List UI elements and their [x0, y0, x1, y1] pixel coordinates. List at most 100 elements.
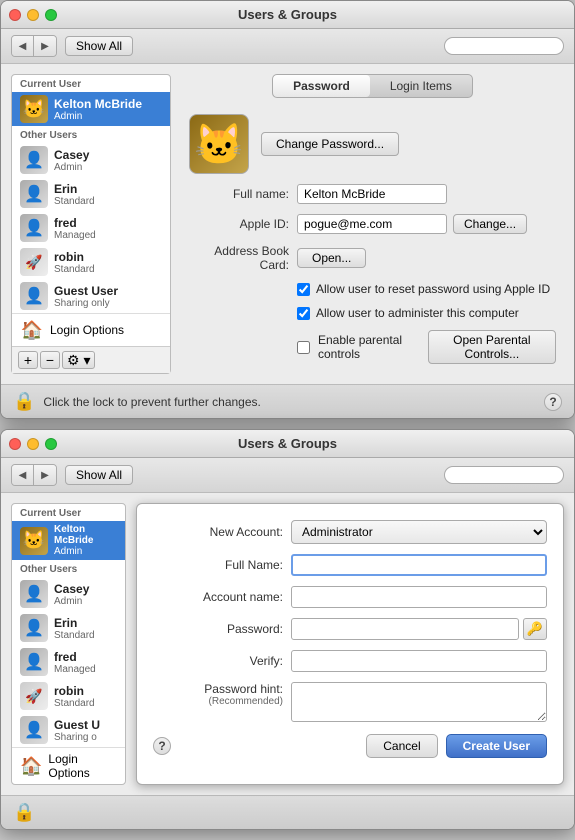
current-user-label2: Current User	[12, 504, 125, 521]
avatar-guest2: 👤	[20, 716, 48, 744]
parental-controls-checkbox[interactable]	[297, 341, 310, 354]
current-user-role: Admin	[54, 111, 142, 122]
login-options-item2[interactable]: 🏠 Login Options	[12, 747, 125, 784]
avatar-robin2: 🚀	[20, 682, 48, 710]
admin-checkbox[interactable]	[297, 307, 310, 320]
toolbar2: ◀ ▶ Show All	[1, 458, 574, 493]
window2: Users & Groups ◀ ▶ Show All Current User…	[0, 429, 575, 830]
sidebar2-casey[interactable]: 👤 Casey Admin	[12, 577, 125, 611]
other-users-label2: Other Users	[12, 560, 125, 577]
add-user-button[interactable]: +	[18, 351, 38, 369]
close-button[interactable]	[9, 9, 21, 21]
new-account-select[interactable]: Administrator	[291, 520, 547, 544]
search-input[interactable]	[444, 37, 564, 55]
reset-password-checkbox[interactable]	[297, 283, 310, 296]
verify-input[interactable]	[291, 650, 547, 672]
content-area1: Current User 🐱 Kelton McBride Admin Othe…	[1, 64, 574, 384]
sidebar-item-guest[interactable]: 👤 Guest User Sharing only	[12, 279, 170, 313]
sidebar2-fred[interactable]: 👤 fred Managed	[12, 645, 125, 679]
erin-name: Erin	[54, 182, 95, 196]
help-button[interactable]: ?	[544, 393, 562, 411]
back-button[interactable]: ◀	[12, 36, 34, 56]
login-options-label: Login Options	[50, 323, 124, 337]
bottom-bar1: 🔒 Click the lock to prevent further chan…	[1, 384, 574, 418]
robin-name2: robin	[54, 684, 95, 698]
avatar-erin: 👤	[20, 180, 48, 208]
sidebar2-guest[interactable]: 👤 Guest U Sharing o	[12, 713, 125, 747]
login-options-item[interactable]: 🏠 Login Options	[12, 313, 170, 346]
verify-label: Verify:	[153, 654, 283, 668]
checkbox-row2: Allow user to administer this computer	[297, 306, 556, 320]
tab-group: Password Login Items	[181, 74, 564, 98]
sidebar2-erin[interactable]: 👤 Erin Standard	[12, 611, 125, 645]
minimize-button[interactable]	[27, 9, 39, 21]
avatar-kelton: 🐱	[20, 95, 48, 123]
casey-name2: Casey	[54, 582, 89, 596]
sidebar-item-erin[interactable]: 👤 Erin Standard	[12, 177, 170, 211]
remove-user-button[interactable]: −	[40, 351, 60, 369]
open-parental-controls-button[interactable]: Open Parental Controls...	[428, 330, 556, 364]
apple-id-change-button[interactable]: Change...	[453, 214, 527, 234]
password-hint-input[interactable]	[291, 682, 547, 722]
new-user-dialog: New Account: Administrator Full Name: Ac…	[136, 503, 564, 785]
account-name-row: Account name:	[153, 586, 547, 608]
sidebar-item-casey[interactable]: 👤 Casey Admin	[12, 143, 170, 177]
forward-button2[interactable]: ▶	[34, 465, 56, 485]
avatar-robin: 🚀	[20, 248, 48, 276]
verify-row: Verify:	[153, 650, 547, 672]
sidebar-item-current-user[interactable]: 🐱 Kelton McBride Admin	[12, 92, 170, 126]
search-input2[interactable]	[444, 466, 564, 484]
address-book-row: Address Book Card: Open...	[189, 244, 556, 272]
new-account-label: New Account:	[153, 525, 283, 539]
change-password-button[interactable]: Change Password...	[261, 132, 399, 156]
tab-password[interactable]: Password	[273, 75, 370, 97]
erin-name2: Erin	[54, 616, 95, 630]
key-button[interactable]: 🔑	[523, 618, 547, 640]
show-all-button2[interactable]: Show All	[65, 465, 133, 485]
parental-row: Enable parental controls Open Parental C…	[297, 330, 556, 364]
fred-name: fred	[54, 216, 96, 230]
cancel-button[interactable]: Cancel	[366, 734, 437, 758]
create-user-button[interactable]: Create User	[446, 734, 547, 758]
key-icon: 🔑	[527, 621, 543, 637]
lock-icon2[interactable]: 🔒	[13, 802, 35, 823]
close-button2[interactable]	[9, 438, 21, 450]
sidebar-item-fred[interactable]: 👤 fred Managed	[12, 211, 170, 245]
sidebar2-robin[interactable]: 🚀 robin Standard	[12, 679, 125, 713]
account-name-input[interactable]	[291, 586, 547, 608]
gear-button[interactable]: ⚙ ▾	[62, 351, 95, 369]
tab-login-items[interactable]: Login Items	[370, 75, 472, 97]
back-button2[interactable]: ◀	[12, 465, 34, 485]
sidebar2-current-user[interactable]: 🐱 Kelton McBride Admin	[12, 521, 125, 560]
nav-buttons: ◀ ▶	[11, 35, 57, 57]
minimize-button2[interactable]	[27, 438, 39, 450]
full-name-input[interactable]	[291, 554, 547, 576]
avatar-casey: 👤	[20, 146, 48, 174]
main-panel1: Password Login Items 🐱 Change Password..…	[181, 74, 564, 374]
robin-role: Standard	[54, 264, 95, 275]
dialog-help-button[interactable]: ?	[153, 737, 171, 755]
user-header: 🐱 Change Password...	[189, 114, 556, 174]
forward-button[interactable]: ▶	[34, 36, 56, 56]
sidebar-item-robin[interactable]: 🚀 robin Standard	[12, 245, 170, 279]
traffic-lights2	[9, 438, 57, 450]
user-panel: 🐱 Change Password... Full name: Kelton M…	[181, 106, 564, 372]
sidebar: Current User 🐱 Kelton McBride Admin Othe…	[11, 74, 171, 374]
password-hint-sub: (Recommended)	[209, 696, 283, 707]
traffic-lights	[9, 9, 57, 21]
password-row: Password: 🔑	[153, 618, 547, 640]
guest-name: Guest User	[54, 284, 118, 298]
full-name-row: Full name: Kelton McBride	[189, 184, 556, 204]
maximize-button[interactable]	[45, 9, 57, 21]
password-input[interactable]	[291, 618, 519, 640]
guest-role2: Sharing o	[54, 732, 100, 743]
lock-icon[interactable]: 🔒	[13, 391, 35, 412]
current-user-name: Kelton McBride	[54, 97, 142, 111]
open-address-book-button[interactable]: Open...	[297, 248, 366, 268]
show-all-button[interactable]: Show All	[65, 36, 133, 56]
casey-role2: Admin	[54, 596, 89, 607]
maximize-button2[interactable]	[45, 438, 57, 450]
apple-id-row: Apple ID: pogue@me.com Change...	[189, 214, 556, 234]
account-name-label: Account name:	[153, 590, 283, 604]
titlebar2: Users & Groups	[1, 430, 574, 458]
